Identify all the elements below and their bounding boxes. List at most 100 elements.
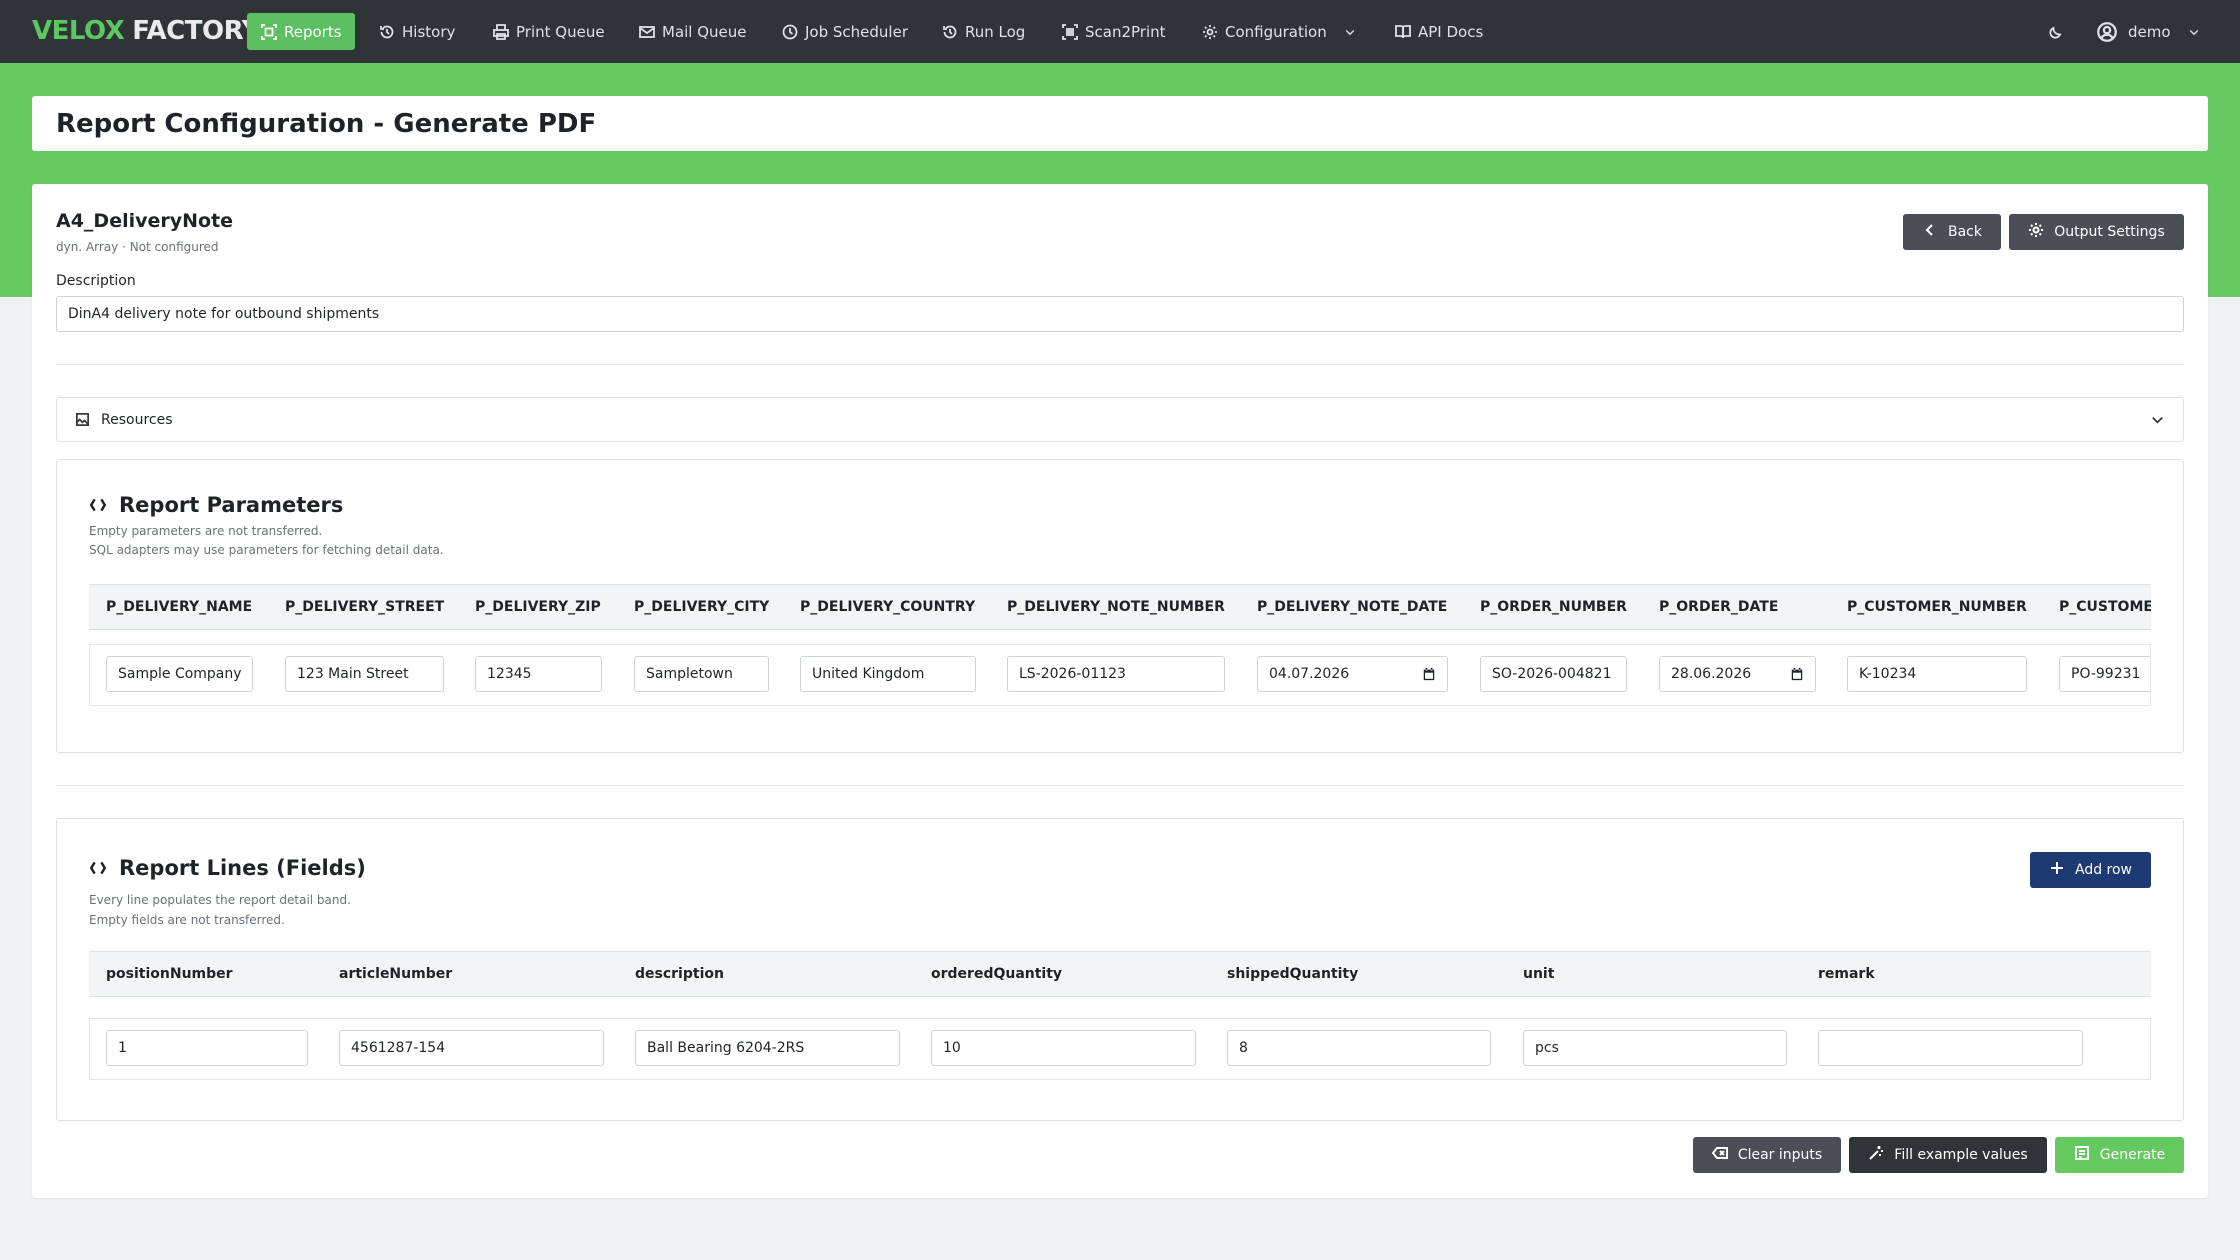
column-header: remark <box>1818 966 1875 982</box>
calendar-icon[interactable] <box>1422 667 1436 681</box>
brand-logo[interactable]: VELOX FACTORY <box>32 14 260 48</box>
nav-history[interactable]: History <box>378 13 455 50</box>
line-input-shipped-quantity[interactable]: 8 <box>1227 1030 1491 1066</box>
nav-scan2print[interactable]: Scan2Print <box>1061 13 1166 50</box>
lines-title: Report Lines (Fields) <box>119 856 366 880</box>
nav-history-label: History <box>402 22 456 41</box>
divider <box>56 364 2184 365</box>
clock-icon <box>781 23 799 41</box>
chevron-down-icon <box>1341 23 1359 41</box>
line-input-article-number[interactable]: 4561287-154 <box>339 1030 604 1066</box>
report-parameters-section: Report Parameters Empty parameters are n… <box>56 459 2184 753</box>
user-menu[interactable]: demo <box>2096 13 2209 50</box>
brand-part1: VELOX <box>32 16 125 46</box>
generate-button[interactable]: Generate <box>2055 1137 2184 1173</box>
add-row-button[interactable]: Add row <box>2030 852 2151 888</box>
param-input-delivery-city[interactable]: Sampletown <box>634 656 769 692</box>
report-meta: dyn. Array · Not configured <box>56 240 219 254</box>
column-header: P_CUSTOMER_NUMBER <box>1847 599 2027 615</box>
param-input-order-date[interactable]: 28.06.2026 <box>1659 656 1816 692</box>
line-input-ordered-quantity[interactable]: 10 <box>931 1030 1196 1066</box>
nav-print-queue[interactable]: Print Queue <box>492 13 605 50</box>
gear-icon <box>1201 23 1219 41</box>
date-value: 28.06.2026 <box>1671 666 1752 682</box>
backspace-icon <box>1711 1145 1728 1165</box>
column-header: positionNumber <box>106 966 233 982</box>
generate-label: Generate <box>2099 1147 2166 1163</box>
parameters-note: Empty parameters are not transferred. <box>89 524 323 538</box>
printer-icon <box>492 23 510 41</box>
book-icon <box>1394 23 1412 41</box>
parameters-title: Report Parameters <box>119 493 344 517</box>
code-braces-icon <box>89 858 109 878</box>
nav-run-log-label: Run Log <box>965 22 1026 41</box>
column-header: P_ORDER_DATE <box>1659 599 1779 615</box>
mail-icon <box>638 23 656 41</box>
param-input-customer-order[interactable]: PO-99231 <box>2059 656 2150 692</box>
history-icon <box>378 23 396 41</box>
description-input[interactable]: DinA4 delivery note for outbound shipmen… <box>56 296 2184 332</box>
param-input-order-number[interactable]: SO-2026-004821 <box>1480 656 1627 692</box>
parameters-row: Sample Company 123 Main Street 12345 Sam… <box>89 644 2151 706</box>
nav-reports[interactable]: Reports <box>247 13 355 50</box>
param-input-delivery-country[interactable]: United Kingdom <box>800 656 976 692</box>
output-settings-button[interactable]: Output Settings <box>2009 214 2184 250</box>
param-input-customer-number[interactable]: K-10234 <box>1847 656 2027 692</box>
column-header: P_DELIVERY_ZIP <box>475 599 601 615</box>
clear-inputs-button[interactable]: Clear inputs <box>1693 1137 1841 1173</box>
lines-note: Every line populates the report detail b… <box>89 893 351 907</box>
nav-api-docs[interactable]: API Docs <box>1394 13 1483 50</box>
nav-configuration[interactable]: Configuration <box>1201 13 1365 50</box>
line-input-description[interactable]: Ball Bearing 6204-2RS <box>635 1030 900 1066</box>
divider <box>56 785 2184 786</box>
param-input-delivery-street[interactable]: 123 Main Street <box>285 656 444 692</box>
nav-reports-label: Reports <box>284 22 342 41</box>
report-name: A4_DeliveryNote <box>56 210 234 232</box>
top-navbar: VELOX FACTORY Reports History Print Queu… <box>0 0 2240 63</box>
user-name: demo <box>2128 22 2171 41</box>
chevron-down-icon <box>2185 23 2203 41</box>
lines-table-header: positionNumber articleNumber description… <box>89 951 2151 997</box>
chevron-down-icon <box>2150 412 2165 431</box>
resources-accordion[interactable]: Resources <box>56 397 2184 442</box>
lines-note: Empty fields are not transferred. <box>89 913 285 927</box>
nav-run-log[interactable]: Run Log <box>941 13 1025 50</box>
parameters-note: SQL adapters may use parameters for fetc… <box>89 543 444 557</box>
column-header: P_DELIVERY_COUNTRY <box>800 599 976 615</box>
nav-job-scheduler[interactable]: Job Scheduler <box>781 13 908 50</box>
user-circle-icon <box>2096 21 2118 43</box>
column-header: description <box>635 966 724 982</box>
clear-inputs-label: Clear inputs <box>1737 1147 1823 1163</box>
param-input-delivery-zip[interactable]: 12345 <box>475 656 602 692</box>
param-input-delivery-name[interactable]: Sample Company <box>106 656 253 692</box>
back-button[interactable]: Back <box>1903 214 2001 250</box>
column-header: P_DELIVERY_CITY <box>634 599 770 615</box>
nav-scan2print-label: Scan2Print <box>1085 22 1166 41</box>
image-icon <box>75 412 91 428</box>
nav-mail-queue-label: Mail Queue <box>662 22 747 41</box>
page-title: Report Configuration - Generate PDF <box>56 108 597 139</box>
line-input-position-number[interactable]: 1 <box>106 1030 308 1066</box>
param-input-delivery-note-date[interactable]: 04.07.2026 <box>1257 656 1448 692</box>
column-header: P_CUSTOME <box>2059 599 2151 615</box>
column-header: P_DELIVERY_NOTE_NUMBER <box>1007 599 1225 615</box>
report-config-card: A4_DeliveryNote dyn. Array · Not configu… <box>32 184 2208 1198</box>
fill-example-button[interactable]: Fill example values <box>1849 1137 2047 1173</box>
param-input-delivery-note-number[interactable]: LS-2026-01123 <box>1007 656 1225 692</box>
back-button-label: Back <box>1948 224 1982 240</box>
barcode-scan-icon <box>1061 23 1079 41</box>
fill-example-label: Fill example values <box>1894 1147 2028 1163</box>
date-value: 04.07.2026 <box>1269 666 1350 682</box>
line-input-unit[interactable]: pcs <box>1523 1030 1787 1066</box>
calendar-icon[interactable] <box>1790 667 1804 681</box>
nav-configuration-label: Configuration <box>1225 22 1327 41</box>
nav-api-docs-label: API Docs <box>1418 22 1484 41</box>
line-input-remark[interactable] <box>1818 1030 2083 1066</box>
run-log-icon <box>941 23 959 41</box>
report-lines-section: Report Lines (Fields) Every line populat… <box>56 818 2184 1121</box>
gear-icon <box>2028 222 2044 242</box>
theme-toggle[interactable] <box>2047 13 2071 50</box>
report-scan-icon <box>260 23 278 41</box>
nav-mail-queue[interactable]: Mail Queue <box>638 13 747 50</box>
magic-wand-icon <box>1868 1145 1884 1165</box>
